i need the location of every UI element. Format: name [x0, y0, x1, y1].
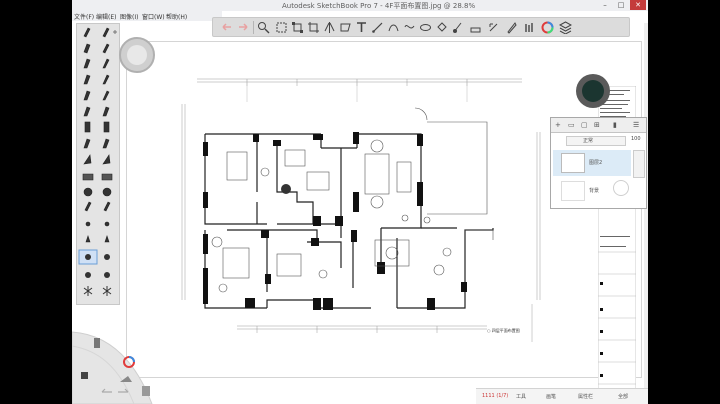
line-icon[interactable]: [371, 21, 384, 34]
select-icon[interactable]: [275, 21, 288, 34]
menu-window[interactable]: 窗口(W): [142, 12, 165, 21]
layer-toolbar: + ▭ ▢ ⊞ ▮ ☰: [551, 118, 646, 133]
status-brush[interactable]: 画笔: [546, 393, 556, 400]
undo-icon[interactable]: [221, 21, 234, 34]
sketchbook-window: Autodesk SketchBook Pro 7 - 4F平面布置图.jpg …: [72, 0, 648, 404]
color-editor-icon[interactable]: [541, 21, 554, 34]
menu-help[interactable]: 帮助(H): [166, 12, 187, 21]
copic-icon[interactable]: [469, 21, 482, 34]
transform-icon[interactable]: [291, 21, 304, 34]
crop-icon[interactable]: [307, 21, 320, 34]
drawing-canvas[interactable]: ○ 四层平面布置图: [126, 41, 642, 404]
window-title: Autodesk SketchBook Pro 7 - 4F平面布置图.jpg …: [282, 2, 476, 10]
layer-row[interactable]: 图层2: [553, 150, 631, 176]
fill-icon[interactable]: [435, 21, 448, 34]
layer-thumbnail: [561, 153, 585, 173]
status-bar: 1111 (1/7) 工具 画笔 属性栏 全部: [476, 388, 648, 404]
shape-icon[interactable]: [387, 21, 400, 34]
french-curve-icon[interactable]: [403, 21, 416, 34]
main-toolbar: [212, 17, 630, 37]
image-layer-icon[interactable]: ▢: [581, 121, 588, 129]
navigation-puck[interactable]: [119, 37, 155, 73]
canvas-gutter: [644, 23, 648, 404]
delete-layer-icon[interactable]: ▮: [613, 121, 617, 129]
lagoon-arc[interactable]: [72, 316, 164, 404]
symmetry-icon[interactable]: [323, 21, 336, 34]
layer-name: 图层2: [589, 160, 603, 166]
status-tools[interactable]: 工具: [516, 393, 526, 400]
menu-image[interactable]: 图像(I): [120, 12, 138, 21]
redo-icon[interactable]: [237, 21, 250, 34]
blend-mode-select[interactable]: 正常: [566, 136, 626, 146]
ellipse-icon[interactable]: [419, 21, 432, 34]
desktop: Autodesk SketchBook Pro 7 - 4F平面布置图.jpg …: [0, 0, 720, 404]
layer-side-controls[interactable]: [633, 150, 645, 178]
floor-plan-drawing: ○ 四层平面布置图: [181, 78, 541, 342]
brush-palette-grid[interactable]: [77, 24, 121, 306]
close-button[interactable]: ✕: [630, 0, 646, 10]
puck-center[interactable]: [127, 45, 147, 65]
status-all[interactable]: 全部: [618, 393, 628, 400]
menu-bar: 文件(F) 编辑(E) 图像(I) 窗口(W) 帮助(H): [72, 11, 222, 21]
text-layer-icon[interactable]: ⊞: [594, 121, 600, 129]
background-color-swatch[interactable]: [613, 180, 629, 196]
ruler-icon[interactable]: [339, 21, 352, 34]
menu-file[interactable]: 文件(F): [74, 12, 94, 21]
active-color-swatch[interactable]: [582, 80, 604, 102]
layer-name: 背景: [589, 188, 600, 194]
maximize-button[interactable]: □: [613, 0, 629, 10]
layer-thumbnail: [561, 181, 585, 201]
title-bar: Autodesk SketchBook Pro 7 - 4F平面布置图.jpg …: [72, 0, 648, 11]
brush-palette: [76, 23, 120, 305]
menu-edit[interactable]: 编辑(E): [96, 12, 116, 21]
pen-icon[interactable]: [505, 21, 518, 34]
text-icon[interactable]: [355, 21, 368, 34]
layer-menu-icon[interactable]: ☰: [633, 121, 639, 129]
rotate-icon[interactable]: [487, 21, 500, 34]
add-layer-icon[interactable]: +: [555, 121, 561, 129]
lagoon-menu: [72, 316, 164, 404]
layer-editor-icon[interactable]: [559, 21, 572, 34]
svg-text:○ 四层平面布置图: ○ 四层平面布置图: [487, 327, 520, 333]
status-left: 1111 (1/7): [482, 393, 509, 399]
brush-library-icon[interactable]: [523, 21, 536, 34]
minimize-button[interactable]: –: [597, 0, 613, 10]
layer-editor-panel: + ▭ ▢ ⊞ ▮ ☰ 正常 100 图层2 背景: [550, 117, 647, 209]
status-properties[interactable]: 属性栏: [578, 393, 593, 400]
add-group-icon[interactable]: ▭: [568, 121, 575, 129]
zoom-icon[interactable]: [257, 21, 270, 34]
fill-gradient-icon[interactable]: [451, 21, 464, 34]
color-puck[interactable]: [576, 74, 610, 108]
layer-opacity[interactable]: 100: [631, 136, 641, 142]
